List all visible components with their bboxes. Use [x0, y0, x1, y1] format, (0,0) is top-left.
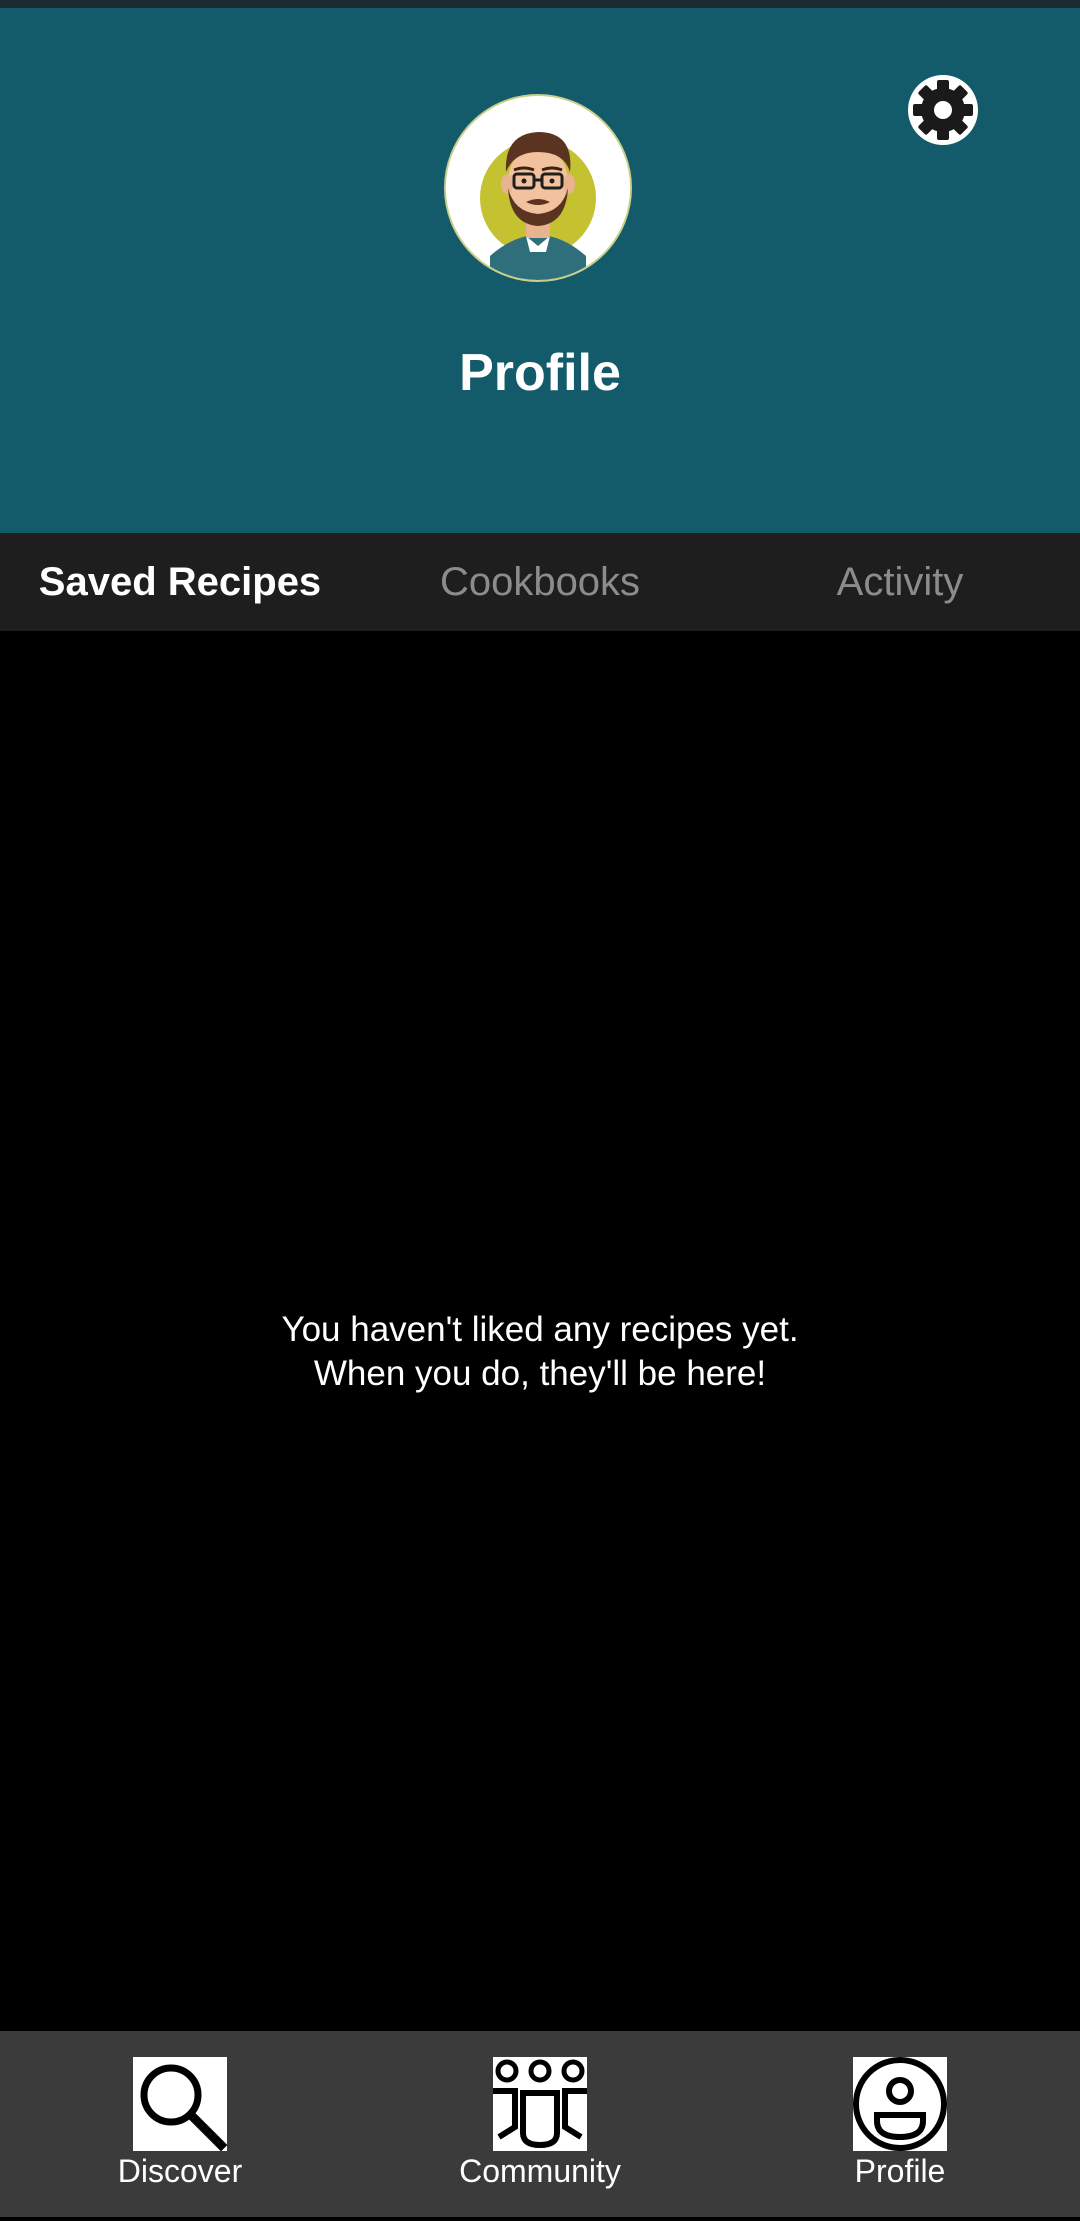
tab-activity[interactable]: Activity: [720, 533, 1080, 631]
tab-cookbooks[interactable]: Cookbooks: [360, 533, 720, 631]
bottom-navigation: Discover Community Profile: [0, 2031, 1080, 2217]
avatar[interactable]: [444, 94, 632, 282]
user-avatar-icon: [446, 96, 630, 280]
search-icon: [133, 2057, 228, 2152]
nav-profile-label: Profile: [854, 2153, 946, 2189]
settings-button[interactable]: [906, 73, 980, 147]
empty-state-line-1: You haven't liked any recipes yet.: [281, 1310, 799, 1349]
status-bar: [0, 0, 1080, 8]
gear-icon: [908, 75, 978, 145]
nav-discover-label: Discover: [117, 2153, 243, 2189]
nav-profile[interactable]: Profile: [720, 2031, 1080, 2217]
profile-icon: [853, 2057, 947, 2151]
tab-saved-recipes[interactable]: Saved Recipes: [0, 533, 360, 631]
profile-screen: Profile Saved Recipes Cookbooks Activity…: [0, 0, 1080, 2221]
nav-discover[interactable]: Discover: [0, 2031, 360, 2217]
community-icon: [493, 2057, 587, 2151]
profile-tabs: Saved Recipes Cookbooks Activity: [0, 533, 1080, 631]
page-title: Profile: [459, 344, 621, 402]
empty-state-message: You haven't liked any recipes yet. When …: [0, 1308, 1080, 1396]
nav-community[interactable]: Community: [360, 2031, 720, 2217]
nav-community-label: Community: [459, 2153, 621, 2189]
empty-state-line-2: When you do, they'll be here!: [313, 1354, 767, 1393]
system-nav-bar: [0, 2217, 1080, 2221]
profile-header: Profile: [0, 8, 1080, 533]
